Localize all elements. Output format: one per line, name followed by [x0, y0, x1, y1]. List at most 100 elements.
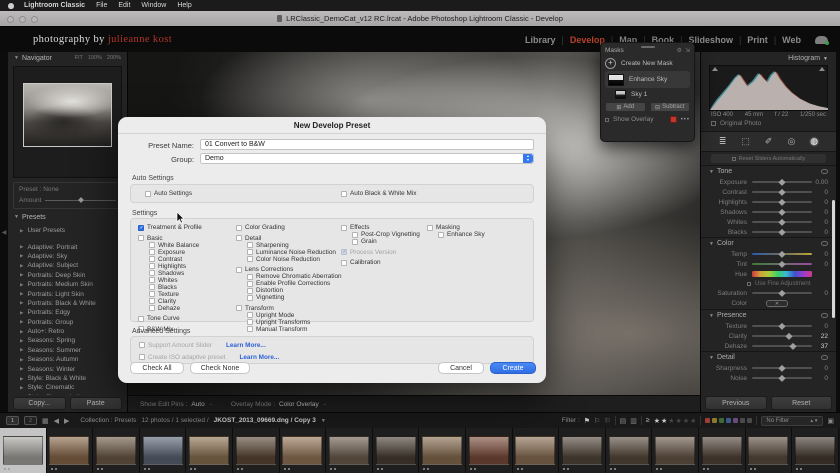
checkbox-icon[interactable]: [247, 273, 253, 280]
back-arrow-icon[interactable]: ◀: [54, 417, 59, 425]
preset-item[interactable]: ▶ Seasons: Summer: [8, 346, 127, 355]
color-label-filter[interactable]: [733, 418, 739, 423]
panel-visibility-eye-icon[interactable]: [821, 313, 828, 318]
checkbox-icon[interactable]: [341, 190, 347, 197]
slider-track[interactable]: [752, 322, 812, 330]
filmstrip-thumbnail[interactable]: [559, 428, 606, 473]
setting-checkbox-transform[interactable]: Transform: [236, 305, 342, 312]
slider-track[interactable]: [752, 364, 812, 372]
checkbox-icon[interactable]: [731, 156, 736, 161]
preset-item[interactable]: ▶ Auto+: Retro: [8, 327, 127, 336]
menu-item-help[interactable]: Help: [177, 2, 191, 9]
checkbox-icon[interactable]: [247, 287, 253, 294]
slider-track[interactable]: [752, 260, 812, 268]
detail-header[interactable]: ▼ Detail: [701, 352, 836, 363]
star-filter-icon[interactable]: ★: [661, 417, 667, 425]
checkbox-icon[interactable]: [247, 249, 253, 255]
checkbox-icon[interactable]: [149, 242, 155, 248]
collapse-panel-icon[interactable]: ⇲: [685, 47, 690, 54]
filmstrip-thumbnail[interactable]: [792, 428, 839, 473]
slider-track[interactable]: [752, 228, 812, 236]
slider-thumb[interactable]: [778, 178, 786, 186]
slider-thumb[interactable]: [785, 332, 792, 340]
setting-checkbox-calibration[interactable]: Calibration: [341, 259, 420, 266]
paste-button[interactable]: Paste: [69, 397, 122, 410]
color-label-filter[interactable]: [705, 418, 711, 423]
collection-breadcrumb[interactable]: Collection : Presets: [80, 417, 136, 424]
right-panel-collapse-arrow[interactable]: [836, 52, 840, 412]
setting-checkbox-enhance-sky[interactable]: Enhance Sky: [427, 231, 485, 238]
menu-item-window[interactable]: Window: [141, 2, 166, 9]
slider-thumb[interactable]: [778, 198, 786, 206]
checkbox-icon[interactable]: [341, 259, 347, 266]
setting-checkbox-remove-chromatic-aberration[interactable]: Remove Chromatic Aberration: [236, 273, 342, 280]
star-filter-icon[interactable]: ★: [668, 417, 674, 425]
selected-file-name[interactable]: JKOST_2013_09669.dng / Copy 3: [214, 417, 316, 424]
copy-button[interactable]: Copy...: [13, 397, 66, 410]
filmstrip-thumbnail[interactable]: [186, 428, 233, 473]
preset-name-input[interactable]: 01 Convert to B&W: [200, 139, 534, 150]
setting-checkbox-upright-transforms[interactable]: Upright Transforms: [236, 319, 342, 326]
menu-item-edit[interactable]: Edit: [118, 2, 130, 9]
setting-checkbox-process-version[interactable]: Process Version: [341, 249, 420, 256]
panel-visibility-eye-icon[interactable]: [821, 241, 828, 246]
slider-thumb[interactable]: [778, 364, 786, 372]
masking-icon[interactable]: ◍: [810, 137, 818, 146]
checkbox-icon[interactable]: [247, 294, 253, 301]
setting-checkbox-blacks[interactable]: Blacks: [138, 284, 202, 291]
slider-track[interactable]: [752, 342, 812, 350]
slider-track[interactable]: [752, 218, 812, 226]
amount-slider[interactable]: [45, 196, 116, 203]
group-select[interactable]: Demo ▲ ▼: [200, 153, 534, 164]
panel-visibility-eye-icon[interactable]: [821, 355, 828, 360]
reject-flag-icon[interactable]: ⚐: [604, 417, 610, 425]
checkbox-icon[interactable]: [145, 190, 151, 197]
setting-checkbox-treatment-profile[interactable]: Treatment & Profile: [138, 224, 202, 232]
cancel-button[interactable]: Cancel: [438, 362, 484, 374]
filmstrip-thumbnail[interactable]: [46, 428, 94, 473]
slider-track[interactable]: [752, 374, 812, 382]
checkbox-icon[interactable]: [149, 263, 155, 269]
checkbox-icon[interactable]: [438, 231, 444, 238]
checkbox-icon[interactable]: [149, 291, 155, 297]
create-button[interactable]: Create: [490, 362, 536, 374]
checkbox-icon[interactable]: [747, 281, 751, 286]
histogram[interactable]: [709, 65, 828, 111]
navigator-preview[interactable]: [13, 66, 122, 178]
checkbox-icon[interactable]: [247, 280, 253, 287]
menu-item-file[interactable]: File: [96, 2, 107, 9]
setting-checkbox-luminance-noise-reduction[interactable]: Luminance Noise Reduction: [236, 249, 342, 256]
monitor-1-button[interactable]: 1: [6, 416, 19, 425]
apple-logo-icon[interactable]: [8, 2, 14, 9]
overlay-mode-value[interactable]: Color Overlay: [279, 401, 319, 408]
preset-item[interactable]: ▶ Portraits: Group: [8, 318, 127, 327]
slider-thumb[interactable]: [778, 374, 786, 382]
checkbox-icon[interactable]: [711, 121, 716, 126]
checkbox-icon[interactable]: [247, 256, 253, 262]
reset-sliders-toggle[interactable]: Reset Sliders Automatically: [711, 154, 826, 163]
star-filter-icon[interactable]: ★: [654, 417, 660, 425]
check-all-button[interactable]: Check All: [130, 362, 184, 374]
slider-thumb[interactable]: [778, 250, 786, 258]
checkbox-icon[interactable]: [605, 117, 609, 122]
window-title-bar[interactable]: LRClassic_DemoCat_v12 RC.lrcat - Adobe P…: [0, 11, 840, 27]
setting-checkbox-sharpening[interactable]: Sharpening: [236, 242, 342, 249]
checkbox-icon[interactable]: [236, 266, 242, 273]
filmstrip-thumbnail[interactable]: [419, 428, 466, 473]
slider-thumb[interactable]: [778, 188, 786, 196]
checkbox-icon[interactable]: [139, 342, 145, 348]
module-web[interactable]: Web: [776, 35, 807, 45]
color-label-filter[interactable]: [719, 418, 725, 423]
setting-checkbox-lens-corrections[interactable]: Lens Corrections: [236, 266, 342, 273]
checkbox-icon[interactable]: [341, 224, 347, 231]
setting-checkbox-highlights[interactable]: Highlights: [138, 263, 202, 270]
checkbox-icon[interactable]: [247, 319, 253, 325]
forward-arrow-icon[interactable]: ▶: [64, 417, 69, 425]
monitor-2-button[interactable]: 2: [24, 416, 37, 425]
slider-thumb[interactable]: [778, 322, 786, 330]
filmstrip-thumbnail[interactable]: [372, 428, 420, 473]
checkbox-icon[interactable]: [341, 249, 347, 256]
color-header[interactable]: ▼ Color: [701, 238, 836, 249]
checkbox-icon[interactable]: [352, 231, 358, 238]
setting-checkbox-shadows[interactable]: Shadows: [138, 270, 202, 277]
